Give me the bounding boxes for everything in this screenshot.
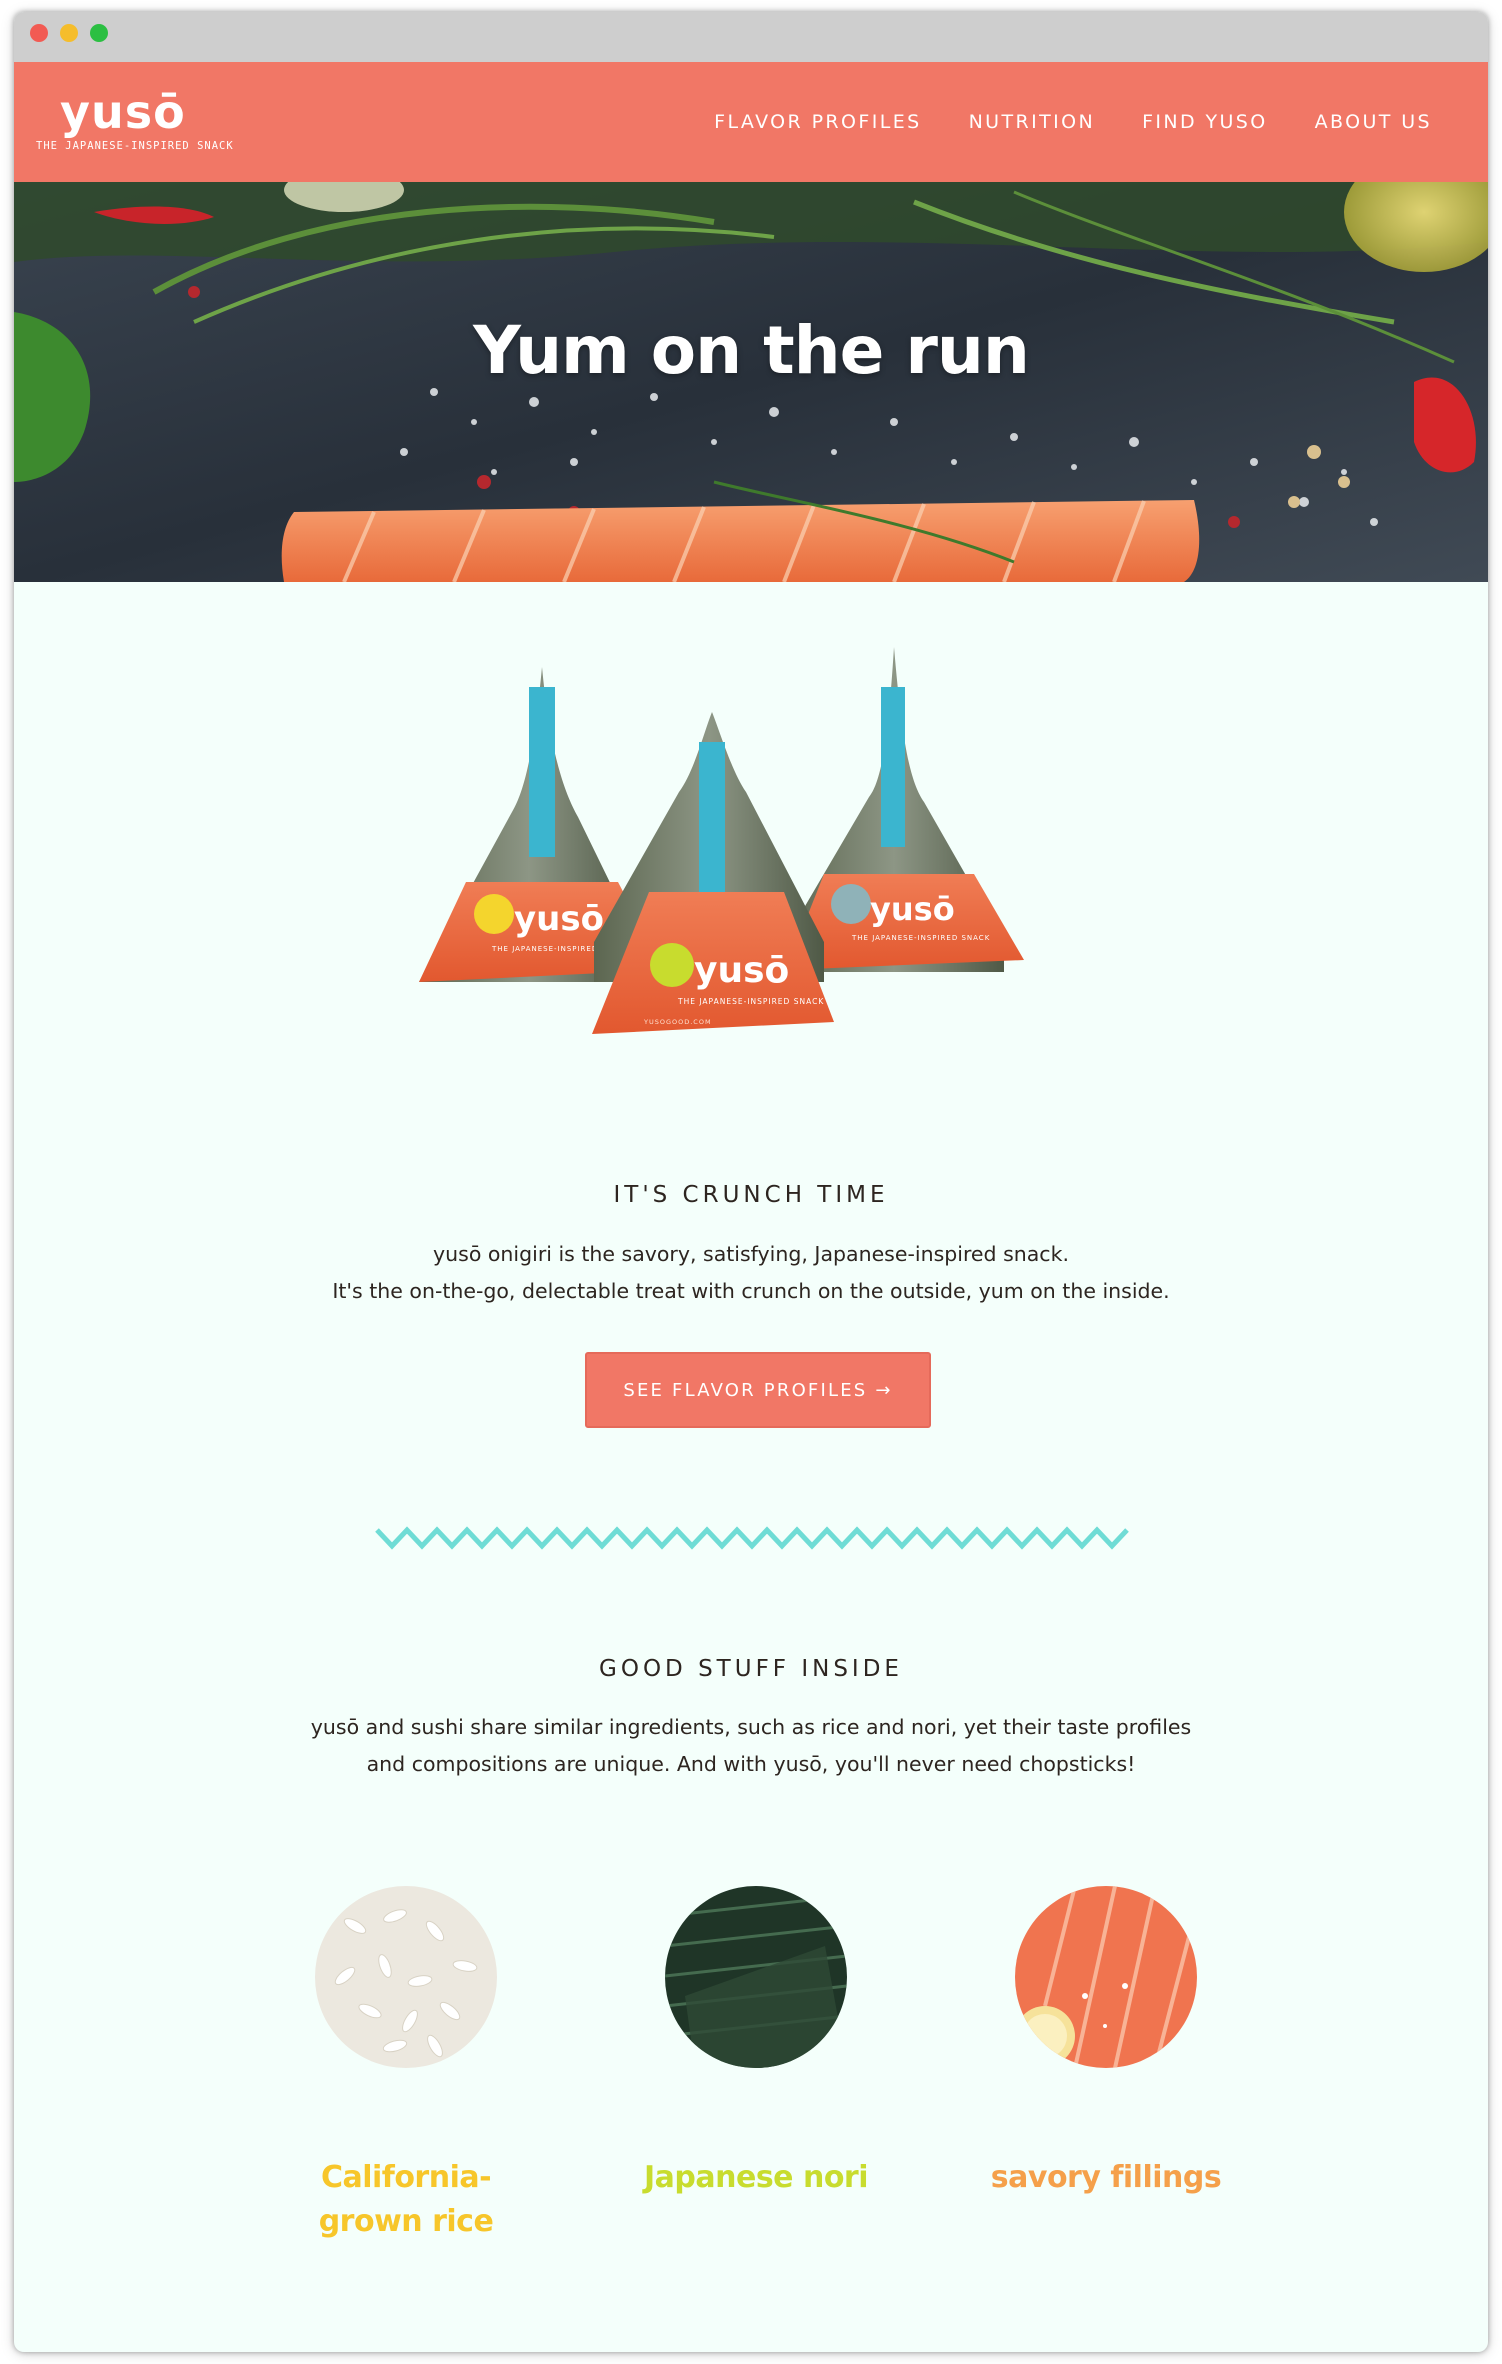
close-window-button[interactable] [30,24,48,42]
logo-wordmark: yusō [60,85,186,139]
crunch-copy-line-2: It's the on-the-go, delectable treat wit… [332,1279,1170,1303]
nav-nutrition[interactable]: NUTRITION [969,111,1096,133]
zigzag-divider [375,1526,1129,1550]
onigiri-packages-image: yusō THE JAPANESE-INSPIRED SNACK yusō TH… [419,647,1024,1034]
see-flavor-profiles-button[interactable]: SEE FLAVOR PROFILES → [585,1352,931,1428]
ingredient-rice-label-line-1: California- [320,2160,492,2195]
main-nav: FLAVOR PROFILES NUTRITION FIND YUSO ABOU… [714,62,1432,182]
salmon-image [1015,1886,1197,2068]
ingredient-fillings: savory fillings [956,1886,1256,2200]
nav-flavor-profiles[interactable]: FLAVOR PROFILES [714,111,921,133]
yuso-logo[interactable]: yusō THE JAPANESE-INSPIRED SNACK [36,88,246,152]
inside-copy-line-2: and compositions are unique. And with yu… [366,1752,1136,1776]
package-center-tagline: THE JAPANESE-INSPIRED SNACK [677,997,824,1006]
rice-image [315,1886,497,2068]
crunch-copy-line-1: yusō onigiri is the savory, satisfying, … [433,1242,1069,1266]
ingredient-nori: Japanese nori [606,1886,906,2200]
inside-heading: GOOD STUFF INSIDE [599,1656,903,1682]
ingredient-rice: California- grown rice [256,1886,556,2244]
ingredient-nori-label: Japanese nori [606,2156,906,2200]
minimize-window-button[interactable] [60,24,78,42]
package-right-tagline: THE JAPANESE-INSPIRED SNACK [851,934,990,942]
hero-title: Yum on the run [473,312,1030,389]
browser-window: yusō THE JAPANESE-INSPIRED SNACK FLAVOR … [14,12,1488,2352]
package-center-url: YUSOGOOD.COM [643,1018,712,1026]
ingredient-fillings-label: savory fillings [956,2156,1256,2200]
package-center: yusō THE JAPANESE-INSPIRED SNACK YUSOGOO… [592,712,834,1034]
hero-banner: Yum on the run [14,182,1488,582]
inside-copy-line-1: yusō and sushi share similar ingredients… [310,1715,1192,1739]
nori-image [665,1886,847,2068]
logo-tagline: THE JAPANESE-INSPIRED SNACK [36,140,234,152]
package-right: yusō THE JAPANESE-INSPIRED SNACK [784,647,1024,972]
package-center-brand: yusō [694,950,789,991]
site-header: yusō THE JAPANESE-INSPIRED SNACK FLAVOR … [14,62,1488,182]
window-titlebar [14,12,1488,62]
ingredient-rice-label: California- grown rice [256,2156,556,2244]
ingredient-rice-label-line-2: grown rice [318,2204,494,2239]
package-right-brand: yusō [870,890,955,928]
nav-about-us[interactable]: ABOUT US [1315,111,1432,133]
crunch-heading: IT'S CRUNCH TIME [613,1182,889,1208]
nav-find-yuso[interactable]: FIND YUSO [1142,111,1268,133]
ingredient-nori-label-line-1: Japanese nori [643,2160,869,2195]
package-left-brand: yusō [514,899,604,939]
maximize-window-button[interactable] [90,24,108,42]
ingredient-fillings-label-line-1: savory fillings [990,2160,1222,2195]
